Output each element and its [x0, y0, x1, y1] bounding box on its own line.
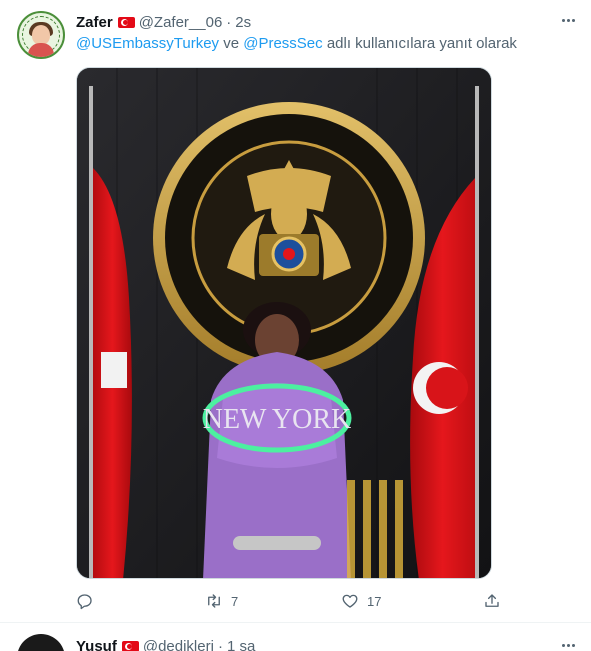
photo-illustration: NEW YORK: [77, 68, 491, 578]
next-timestamp[interactable]: 1 sa: [227, 638, 255, 651]
author-avatar[interactable]: [17, 11, 65, 59]
avatar-face: [32, 25, 50, 45]
shirt-text: NEW YORK: [203, 404, 352, 435]
separator: ·: [226, 13, 232, 31]
next-tweet[interactable]: Yusuf @dedikleri · 1 sa: [0, 623, 591, 651]
share-icon: [485, 594, 499, 607]
reply-button[interactable]: [76, 590, 94, 612]
like-count: 17: [367, 593, 382, 609]
next-author-name[interactable]: Yusuf: [76, 638, 117, 651]
mention-link[interactable]: @USEmbassyTurkey: [76, 35, 219, 52]
more-icon[interactable]: [557, 10, 579, 30]
mention-link[interactable]: @PressSec: [243, 35, 322, 52]
retweet-count: 7: [231, 593, 239, 609]
author-name[interactable]: Zafer: [76, 14, 113, 31]
reply-connector: ve: [219, 35, 244, 52]
like-button[interactable]: 17: [341, 590, 381, 612]
retweet-button[interactable]: 7: [205, 590, 238, 612]
like-icon: [342, 594, 358, 608]
tweet-header: Zafer @Zafer__06 · 2s: [76, 12, 251, 32]
more-icon[interactable]: [557, 635, 579, 651]
flag-tr-icon: [117, 16, 135, 28]
reply-icon: [77, 594, 92, 610]
flag-tr-icon: [121, 640, 139, 651]
reply-context: @USEmbassyTurkey ve @PressSec adlı kulla…: [76, 35, 517, 52]
tweet-photo[interactable]: NEW YORK: [76, 67, 492, 579]
reply-suffix: adlı kullanıcılara yanıt olarak: [322, 35, 517, 52]
retweet-icon: [208, 594, 220, 608]
share-button[interactable]: [483, 590, 501, 612]
separator: ·: [217, 637, 223, 651]
next-author-handle[interactable]: @dedikleri: [143, 638, 214, 651]
next-tweet-header: Yusuf @dedikleri · 1 sa: [76, 636, 255, 651]
next-author-avatar[interactable]: [17, 634, 65, 651]
author-handle[interactable]: @Zafer__06: [139, 14, 223, 31]
tweet-actions: 7 17: [76, 590, 506, 612]
tweet[interactable]: Zafer @Zafer__06 · 2s @USEmbassyTurkey v…: [0, 0, 591, 622]
timestamp[interactable]: 2s: [235, 14, 251, 31]
